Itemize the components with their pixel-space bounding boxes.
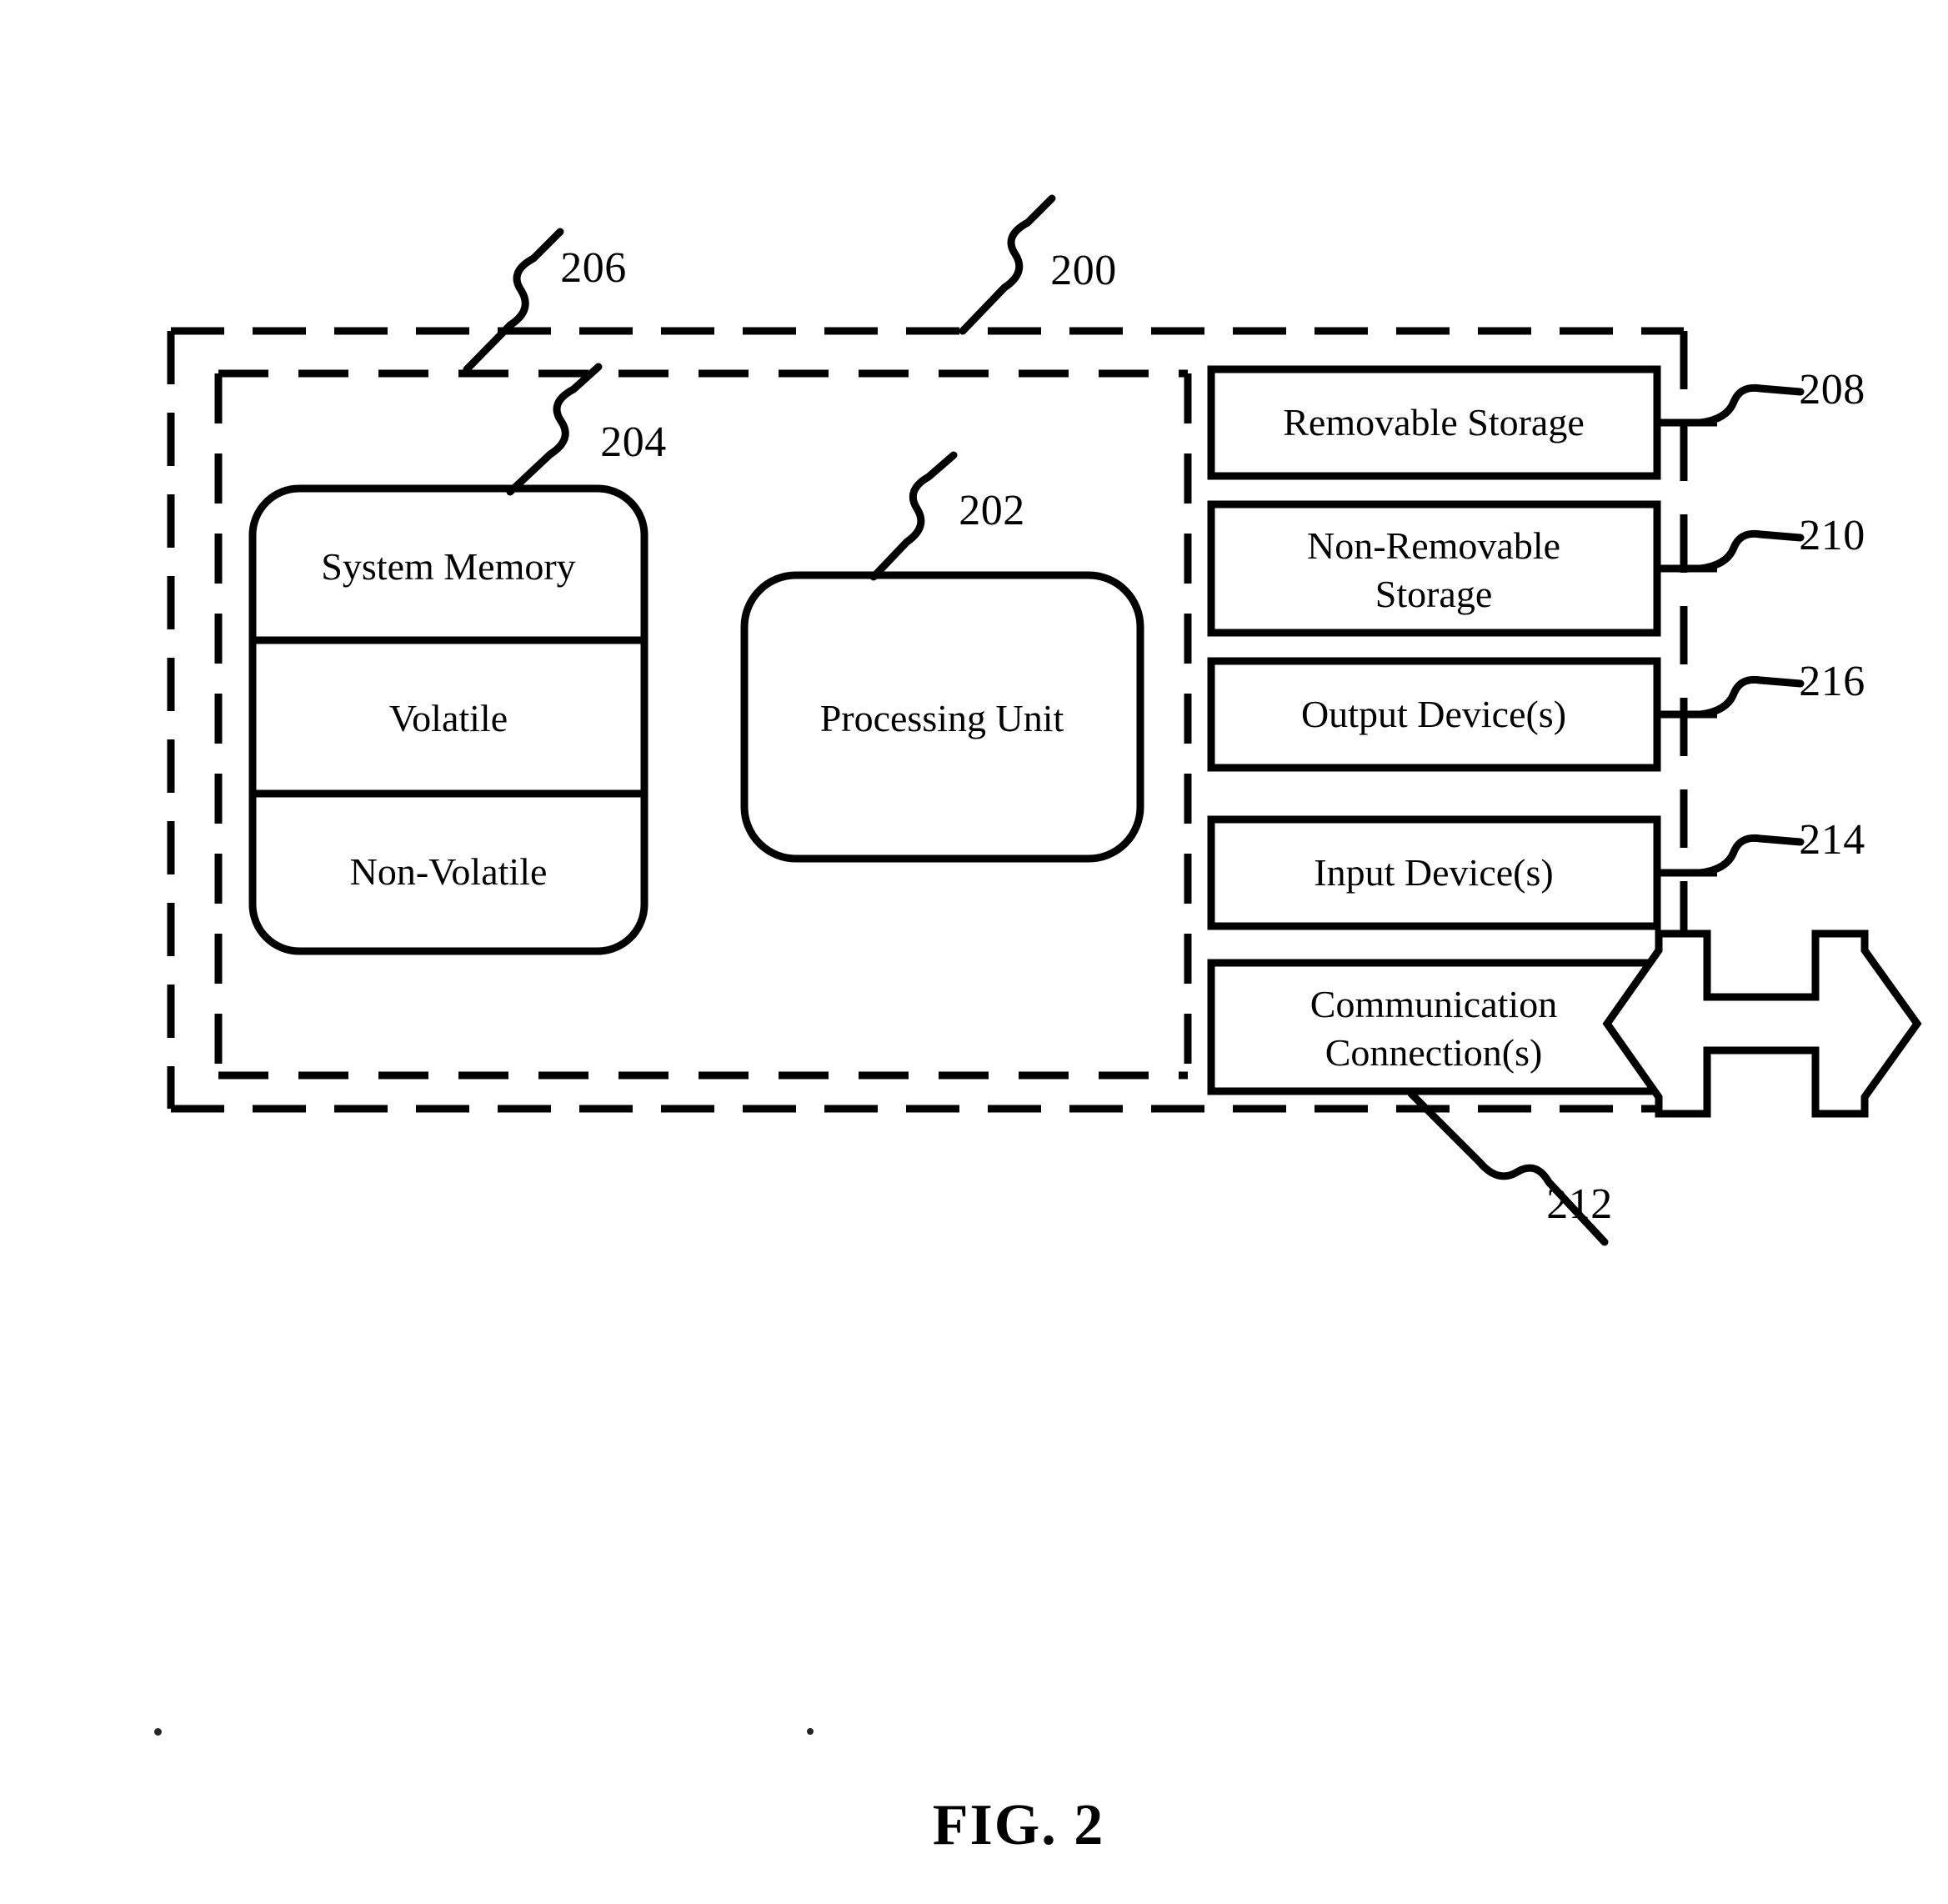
system-memory-label: System Memory (321, 545, 576, 589)
non-volatile-label: Non-Volatile (349, 850, 548, 894)
non-removable-storage-label-line1: Non-Removable (1306, 524, 1561, 568)
leader-208 (1696, 383, 1805, 427)
patent-figure: System Memory Volatile Non-Volatile Proc… (0, 0, 1948, 1904)
communication-connections-label-line1: Communication (1310, 983, 1558, 1026)
leader-202 (869, 451, 958, 581)
leader-206 (463, 228, 564, 373)
scan-speckle-center (807, 1728, 814, 1735)
scan-speckle-left (154, 1728, 162, 1736)
ref-numeral-208: 208 (1799, 365, 1865, 413)
bidirectional-arrow-icon (1602, 929, 1922, 1118)
leader-216 (1696, 675, 1805, 719)
leader-210 (1696, 529, 1805, 573)
ref-numeral-206: 206 (560, 243, 627, 292)
leader-204 (506, 363, 603, 496)
volatile-label: Volatile (388, 697, 508, 740)
output-devices-label: Output Device(s) (1300, 693, 1567, 736)
processing-unit-label: Processing Unit (819, 697, 1064, 740)
ref-numeral-200: 200 (1050, 246, 1117, 294)
leader-200 (959, 194, 1056, 335)
ref-numeral-212: 212 (1546, 1180, 1613, 1228)
ref-numeral-216: 216 (1799, 657, 1865, 705)
ref-numeral-214: 214 (1799, 815, 1865, 864)
communication-connections-label-line2: Connection(s) (1325, 1031, 1543, 1075)
figure-caption: FIG. 2 (932, 1792, 1105, 1857)
figure-drawing-canvas (167, 194, 1922, 1246)
leader-214 (1696, 834, 1805, 877)
input-devices-label: Input Device(s) (1314, 851, 1554, 894)
ref-numeral-204: 204 (600, 418, 667, 466)
non-removable-storage-label-line2: Storage (1375, 573, 1493, 616)
removable-storage-label: Removable Storage (1283, 401, 1585, 444)
ref-numeral-202: 202 (959, 486, 1025, 534)
ref-numeral-210: 210 (1799, 511, 1865, 559)
